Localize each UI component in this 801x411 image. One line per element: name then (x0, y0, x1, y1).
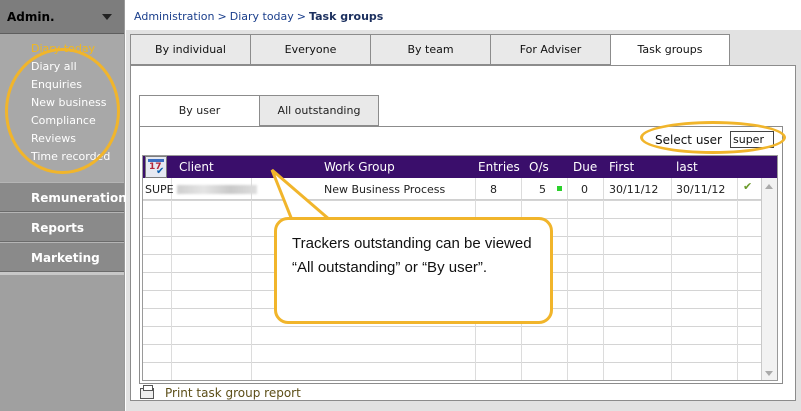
view-tabs: By individual Everyone By team For Advis… (130, 34, 730, 66)
admin-menu-header[interactable]: Admin. (0, 0, 124, 34)
tab-for-adviser[interactable]: For Adviser (490, 34, 610, 65)
column-header-last[interactable]: last (676, 160, 698, 174)
sidebar-section-reports[interactable]: Reports (0, 212, 124, 242)
table-row[interactable]: SUPE New Business Process 8 5 0 30/11/12… (143, 178, 763, 200)
tab-by-user[interactable]: By user (139, 95, 259, 127)
print-icon (140, 384, 154, 399)
checkmark-icon: ✔ (743, 180, 753, 193)
sidebar-section-remuneration[interactable]: Remuneration (0, 182, 127, 212)
column-header-due[interactable]: Due (573, 160, 597, 174)
highlight-ring-admin-menu (5, 48, 120, 174)
column-header-first[interactable]: First (609, 160, 634, 174)
tab-everyone[interactable]: Everyone (250, 34, 370, 65)
scroll-up-icon[interactable] (765, 184, 773, 189)
calendar-icon: 17 ✔ (145, 156, 167, 178)
column-divider (251, 178, 252, 380)
breadcrumb-separator: > (217, 10, 227, 23)
tab-task-groups[interactable]: Task groups (610, 34, 730, 66)
row-last: 30/11/12 (676, 183, 726, 196)
column-header-entries[interactable]: Entries (478, 160, 520, 174)
tab-all-outstanding[interactable]: All outstanding (259, 95, 379, 126)
row-user: SUPE (145, 183, 174, 196)
row-os: 5 (539, 183, 546, 196)
sidebar-section-marketing[interactable]: Marketing (0, 242, 124, 272)
highlight-ring-select-user (640, 121, 786, 154)
row-entries: 8 (490, 183, 497, 196)
breadcrumb-link-administration[interactable]: Administration (134, 10, 215, 23)
column-divider (603, 178, 604, 380)
sidebar-filler (0, 275, 124, 411)
breadcrumb-separator: > (296, 10, 307, 23)
callout-text: Trackers outstanding can be viewed “All … (292, 235, 532, 276)
column-divider (171, 178, 172, 380)
column-header-os[interactable]: O/s (529, 160, 549, 174)
column-divider (567, 178, 568, 380)
table-scrollbar[interactable] (761, 178, 777, 380)
row-due: 0 (581, 183, 588, 196)
chevron-down-icon[interactable] (102, 14, 112, 20)
print-report-link[interactable]: Print task group report (140, 384, 301, 400)
breadcrumb-current: Task groups (309, 10, 384, 23)
admin-menu-label: Admin. (7, 10, 55, 24)
callout-box: Trackers outstanding can be viewed “All … (274, 217, 553, 324)
column-divider (737, 178, 738, 380)
tab-by-individual[interactable]: By individual (130, 34, 250, 65)
row-first: 30/11/12 (609, 183, 659, 196)
status-indicator-icon (557, 186, 562, 191)
task-group-subtabs: By user All outstanding (139, 95, 379, 127)
print-report-label: Print task group report (165, 386, 301, 400)
breadcrumb-link-diary-today[interactable]: Diary today (230, 10, 294, 23)
breadcrumb: Administration > Diary today > Task groups (134, 10, 383, 23)
column-header-client[interactable]: Client (179, 160, 214, 174)
column-divider (671, 178, 672, 380)
scroll-down-icon[interactable] (765, 371, 773, 376)
row-client-redacted (177, 185, 257, 194)
tab-by-team[interactable]: By team (370, 34, 490, 65)
table-header: 17 ✔ Client Work Group Entries O/s Due Fi… (143, 156, 777, 178)
